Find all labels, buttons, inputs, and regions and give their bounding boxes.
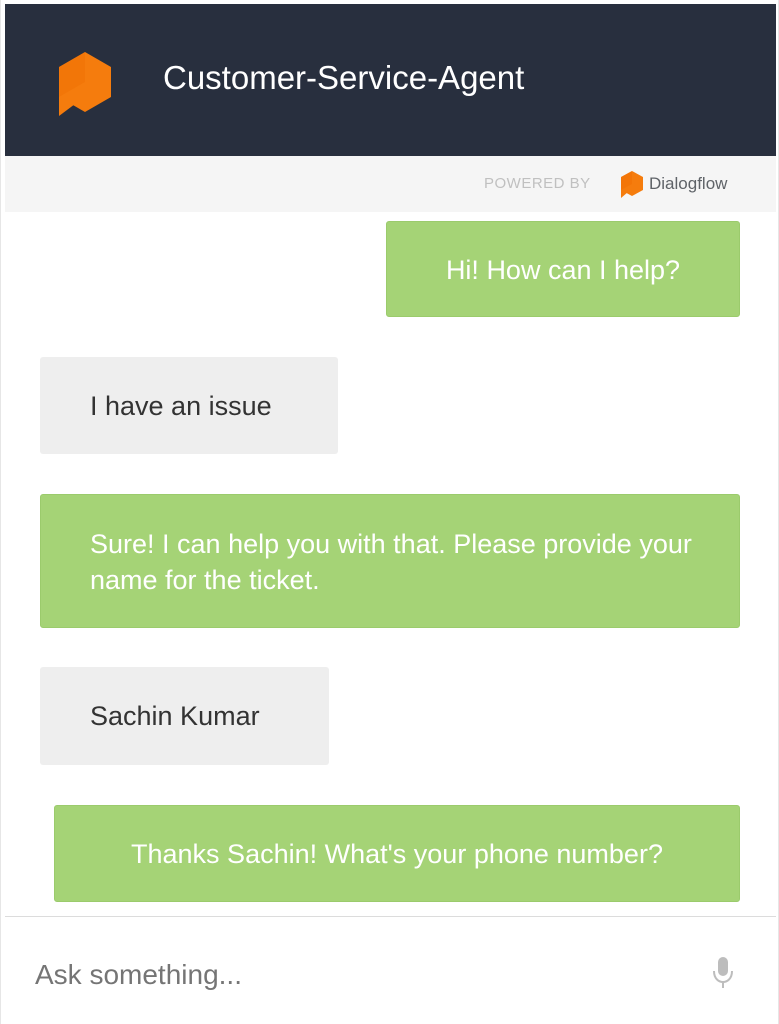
chat-widget: Customer-Service-Agent POWERED BY Dialog… bbox=[0, 0, 779, 1024]
dialogflow-hexagon-bubble-icon bbox=[59, 52, 111, 116]
agent-message: Hi! How can I help? bbox=[386, 221, 740, 317]
agent-message: Sure! I can help you with that. Please p… bbox=[40, 494, 740, 628]
query-input-bar bbox=[5, 916, 776, 1024]
user-message: Sachin Kumar bbox=[40, 667, 329, 765]
chat-header: Customer-Service-Agent bbox=[5, 4, 776, 156]
powered-by-label: POWERED BY bbox=[484, 175, 591, 192]
query-input[interactable] bbox=[35, 955, 675, 995]
agent-message: Thanks Sachin! What's your phone number? bbox=[54, 805, 740, 902]
message-list[interactable]: Hi! How can I help? I have an issue Sure… bbox=[5, 212, 776, 916]
microphone-icon[interactable] bbox=[711, 955, 735, 991]
dialogflow-brand-name: Dialogflow bbox=[649, 174, 728, 193]
agent-title: Customer-Service-Agent bbox=[163, 59, 525, 96]
dialogflow-logo-icon bbox=[621, 171, 643, 198]
user-message: I have an issue bbox=[40, 357, 338, 454]
